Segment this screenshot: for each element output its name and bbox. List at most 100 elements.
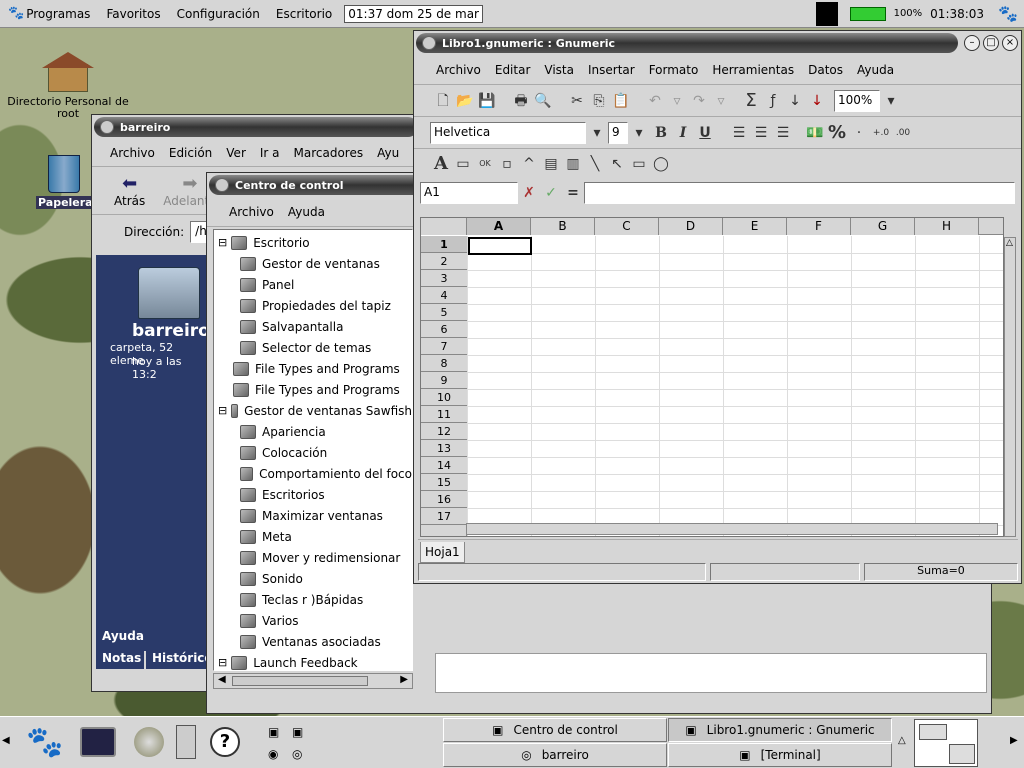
accept-edit-icon[interactable]: ✓ [540,182,562,204]
scroll-left-icon[interactable]: ◀ [218,674,226,685]
column-header[interactable]: C [595,218,659,235]
column-header[interactable]: G [851,218,915,235]
function-wizard-icon[interactable]: ƒ [762,90,784,112]
tree-item[interactable]: Colocación [214,442,412,463]
home-folder-icon[interactable] [40,52,96,92]
bold-button[interactable]: B [650,122,672,144]
column-header[interactable]: F [787,218,851,235]
row-header[interactable]: 6 [421,321,467,338]
tree-item[interactable]: Teclas r )Bápidas [214,589,412,610]
autosum-icon[interactable]: Σ [740,90,762,112]
grid-vscrollbar[interactable]: △ [1004,237,1016,537]
cut-icon[interactable]: ✂ [566,90,588,112]
column-header[interactable]: B [531,218,595,235]
row-header[interactable]: 17 [421,508,467,525]
settings-menu[interactable]: Configuración [169,0,268,28]
mini-app-icon-2[interactable]: ◉ [268,747,278,761]
paste-icon[interactable]: 📋 [610,90,632,112]
zoom-dropdown-icon[interactable]: ▾ [880,90,902,112]
window-menu-button[interactable] [100,120,114,134]
desktop-menu[interactable]: Escritorio [268,0,340,28]
menu-ver[interactable]: Ver [226,146,246,160]
window-menu-button[interactable] [422,36,436,50]
row-header[interactable]: 7 [421,338,467,355]
menu-vista[interactable]: Vista [544,63,574,77]
monitor-applet-icon[interactable] [815,1,838,26]
tasklist-arrow-icon[interactable]: △ [898,735,906,746]
spreadsheet-grid[interactable]: ABCDEFGH 1 2 3 4 5 6 7 8 9 10 11 12 13 14 15 16 17 [420,217,1004,537]
checkbox-tool-icon[interactable]: ▫ [496,153,518,175]
tree-item[interactable]: Escritorios [214,484,412,505]
tree-item[interactable]: File Types and Programs [214,379,412,400]
percent-button[interactable]: % [826,122,848,144]
close-icon[interactable]: × [1002,35,1018,51]
foot-menu-icon[interactable]: 🐾 [8,6,24,21]
formula-input[interactable] [584,182,1015,204]
task-terminal[interactable]: ▣ [Terminal] [668,743,892,767]
grid-corner[interactable] [421,218,467,235]
tree-hscrollbar[interactable]: ◀ ▶ [213,673,413,689]
cancel-edit-icon[interactable]: ✗ [518,182,540,204]
lock-icon[interactable] [134,727,164,757]
ellipse-tool-icon[interactable]: ◯ [650,153,672,175]
menu-archivo[interactable]: Archivo [436,63,481,77]
task-control-center[interactable]: ▣ Centro de control [443,718,667,742]
collapse-expander-icon[interactable]: ⊟ [218,236,227,249]
copy-icon[interactable]: ⎘ [588,90,610,112]
tree-item[interactable]: Panel [214,274,412,295]
menu-ayuda[interactable]: Ayu [377,146,399,160]
tab-notes[interactable]: Notas [96,649,144,669]
menu-datos[interactable]: Datos [808,63,843,77]
menu-editar[interactable]: Editar [495,63,531,77]
new-file-icon[interactable]: 🗋 [432,90,454,112]
date-time-display[interactable]: 01:37 dom 25 de mar [344,4,483,23]
undo-dropdown-icon[interactable]: ▿ [666,90,688,112]
scroll-up-icon[interactable]: △ [1006,238,1013,248]
button-tool-icon[interactable]: OK [474,153,496,175]
tree-item[interactable]: Mover y redimensionar [214,547,412,568]
programs-menu[interactable]: Programas [24,0,98,28]
screensaver-monitor-icon[interactable] [80,727,116,757]
column-header[interactable]: D [659,218,723,235]
tree-item[interactable]: Comportamiento del foco [214,463,412,484]
zoom-field[interactable]: 100% [834,89,880,112]
terminal-launcher-icon[interactable] [176,725,196,759]
tree-item[interactable]: Salvapantalla [214,316,412,337]
equals-button[interactable]: = [562,182,584,204]
cell-reference-field[interactable]: A1 [420,182,518,204]
tree-item[interactable]: Ventanas asociadas [214,631,412,652]
menu-formato[interactable]: Formato [649,63,699,77]
print-preview-icon[interactable]: 🔍 [532,90,554,112]
italic-button[interactable]: I [672,122,694,144]
tab-history[interactable]: Histórico [146,649,213,669]
task-gnumeric[interactable]: ▣ Libro1.gnumeric : Gnumeric [668,718,892,742]
font-name-field[interactable]: Helvetica [430,121,586,144]
row-header[interactable]: 13 [421,440,467,457]
task-barreiro[interactable]: ◎ barreiro [443,743,667,767]
menu-marcadores[interactable]: Marcadores [294,146,364,160]
tree-item[interactable]: Meta [214,526,412,547]
mini-app-icon-3[interactable]: ▣ [292,725,303,739]
scroll-tool-icon[interactable]: ^ [518,153,540,175]
menu-ayuda[interactable]: Ayuda [857,63,894,77]
open-file-icon[interactable]: 📂 [454,90,476,112]
arrow-tool-icon[interactable]: ↖ [606,153,628,175]
column-header[interactable]: E [723,218,787,235]
print-icon[interactable]: 🖶 [510,90,532,112]
window-menu-button[interactable] [215,178,229,192]
align-right-icon[interactable]: ☰ [772,122,794,144]
tree-item[interactable]: ⊟ Gestor de ventanas Sawfish [214,400,412,421]
row-header[interactable]: 11 [421,406,467,423]
menu-ayuda[interactable]: Ayuda [288,205,325,219]
redo-icon[interactable]: ↷ [688,90,710,112]
align-left-icon[interactable]: ☰ [728,122,750,144]
tree-item[interactable]: File Types and Programs [214,358,412,379]
row-header[interactable]: 9 [421,372,467,389]
sort-ascending-icon[interactable]: ↓ [784,90,806,112]
font-size-field[interactable]: 9 [608,121,628,144]
row-header[interactable]: 4 [421,287,467,304]
grid-hscrollbar[interactable] [466,523,998,535]
menu-edicion[interactable]: Edición [169,146,212,160]
line-tool-icon[interactable]: ╲ [584,153,606,175]
size-dropdown-icon[interactable]: ▾ [628,122,650,144]
